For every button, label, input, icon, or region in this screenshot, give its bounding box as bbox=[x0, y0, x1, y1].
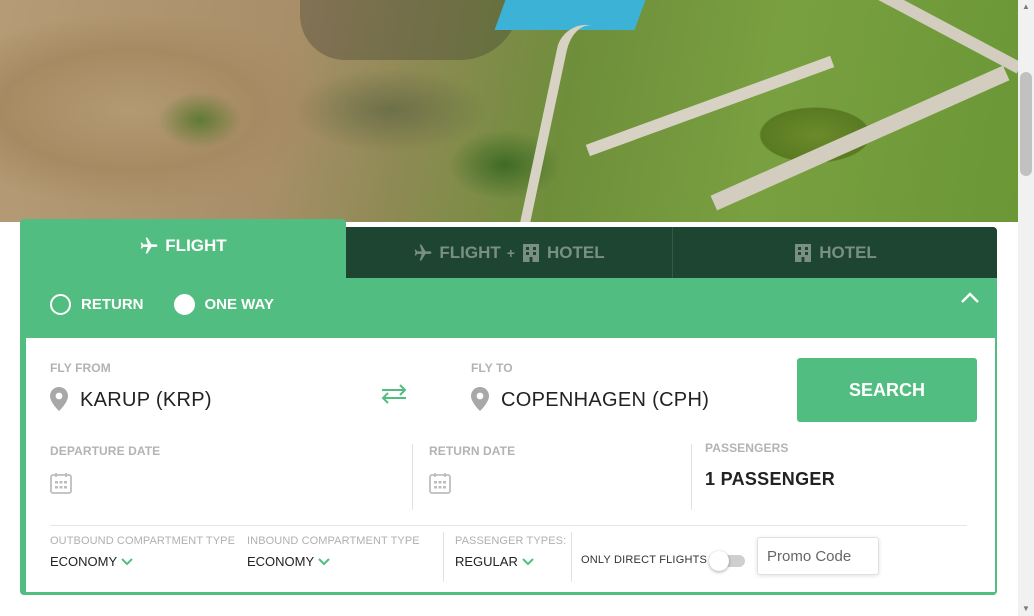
inbound-compartment-value: ECONOMY bbox=[247, 554, 315, 569]
passenger-types-select[interactable]: REGULAR bbox=[455, 554, 534, 569]
passenger-types-label: PASSENGER TYPES: bbox=[455, 535, 567, 547]
radio-one-way-label: ONE WAY bbox=[204, 296, 274, 313]
return-date-field[interactable]: RETURN DATE bbox=[429, 444, 669, 500]
plane-icon bbox=[140, 237, 158, 254]
trip-type-selector: RETURN ONE WAY bbox=[50, 294, 274, 315]
outbound-compartment-label: OUTBOUND COMPARTMENT TYPE bbox=[50, 535, 236, 547]
radio-one-way[interactable]: ONE WAY bbox=[173, 294, 274, 315]
chevron-up-icon[interactable] bbox=[958, 288, 982, 308]
tab-flight[interactable]: FLIGHT bbox=[20, 219, 346, 279]
fly-from-field[interactable]: KARUP (KRP) bbox=[80, 389, 212, 412]
tab-flight-hotel[interactable]: FLIGHT + HOTEL bbox=[346, 227, 672, 278]
promo-code-input[interactable] bbox=[757, 537, 879, 575]
chevron-down-icon bbox=[121, 557, 133, 565]
flight-search-panel: RETURN ONE WAY FLY FROM KARUP (KRP) FLY … bbox=[20, 278, 997, 595]
return-date-label: RETURN DATE bbox=[429, 444, 516, 458]
booking-tabs: FLIGHT FLIGHT + HOTEL HOTEL bbox=[20, 219, 997, 279]
tab-flight-hotel-label-b: HOTEL bbox=[546, 242, 605, 262]
direct-flights-label: ONLY DIRECT FLIGHTS bbox=[581, 554, 708, 566]
fly-to-field[interactable]: COPENHAGEN (CPH) bbox=[501, 389, 709, 412]
direct-flights-toggle[interactable] bbox=[709, 551, 745, 571]
inbound-compartment-label: INBOUND COMPARTMENT TYPE bbox=[247, 535, 420, 547]
search-button[interactable]: SEARCH bbox=[797, 358, 977, 422]
hotel-icon bbox=[522, 243, 539, 262]
swap-icon[interactable] bbox=[380, 384, 408, 404]
plane-icon bbox=[415, 244, 432, 260]
map-pin-icon bbox=[50, 387, 68, 411]
tab-flight-hotel-label-a: FLIGHT bbox=[439, 242, 501, 262]
radio-one-way-circle[interactable] bbox=[173, 294, 195, 315]
tab-hotel-label: HOTEL bbox=[819, 242, 877, 262]
scroll-up-arrow-icon[interactable]: ▲ bbox=[1018, 0, 1034, 14]
tab-flight-hotel-plus: + bbox=[506, 244, 515, 261]
outbound-compartment-value: ECONOMY bbox=[50, 554, 118, 569]
booking-widget: FLIGHT FLIGHT + HOTEL HOTEL RETURN ONE W… bbox=[20, 219, 997, 595]
tab-flight-label: FLIGHT bbox=[165, 236, 227, 255]
fly-to-label: FLY TO bbox=[471, 361, 513, 375]
map-pin-icon bbox=[471, 387, 489, 411]
scroll-down-arrow-icon[interactable]: ▼ bbox=[1018, 602, 1034, 616]
search-form: FLY FROM KARUP (KRP) FLY TO COPENHAGEN (… bbox=[26, 338, 995, 592]
outbound-compartment-select[interactable]: ECONOMY bbox=[50, 554, 133, 569]
chevron-down-icon bbox=[318, 557, 330, 565]
chevron-down-icon bbox=[522, 557, 534, 565]
tab-hotel[interactable]: HOTEL bbox=[672, 227, 997, 278]
radio-return-label: RETURN bbox=[81, 296, 144, 313]
radio-return-circle[interactable] bbox=[50, 294, 71, 315]
form-divider bbox=[50, 525, 967, 526]
departure-date-field[interactable]: DEPARTURE DATE bbox=[50, 444, 380, 500]
passengers-label: PASSENGERS bbox=[705, 441, 789, 455]
inbound-compartment-select[interactable]: ECONOMY bbox=[247, 554, 330, 569]
departure-date-label: DEPARTURE DATE bbox=[50, 444, 161, 458]
fly-from-label: FLY FROM bbox=[50, 361, 111, 375]
page-scrollbar[interactable]: ▲ ▼ bbox=[1018, 0, 1034, 616]
calendar-icon bbox=[429, 473, 451, 494]
scroll-thumb[interactable] bbox=[1020, 72, 1032, 176]
passengers-field[interactable]: 1 PASSENGER bbox=[705, 469, 835, 490]
calendar-icon bbox=[50, 473, 72, 494]
hotel-icon bbox=[795, 243, 812, 262]
radio-return[interactable]: RETURN bbox=[50, 294, 144, 315]
hero-image bbox=[0, 0, 1018, 222]
passenger-types-value: REGULAR bbox=[455, 554, 518, 569]
